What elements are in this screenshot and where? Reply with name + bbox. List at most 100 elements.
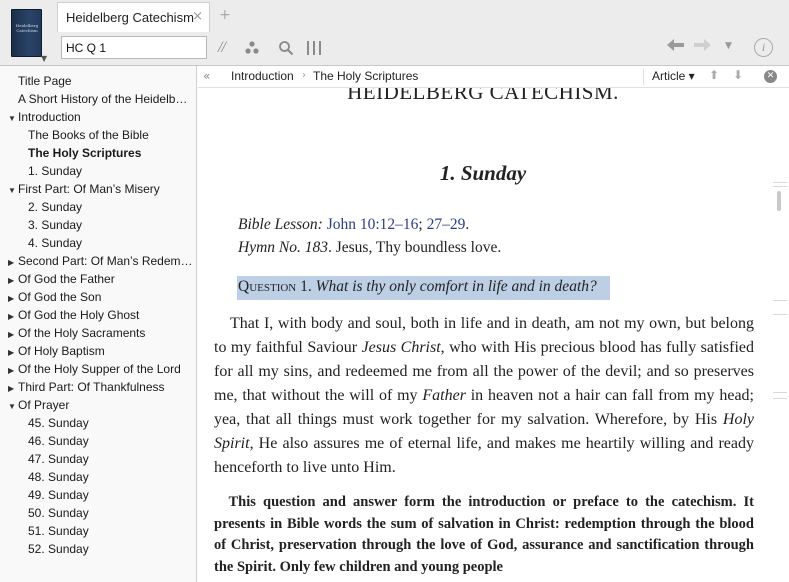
sidebar-item[interactable]: ▶ Of God the Holy Ghost bbox=[8, 306, 139, 324]
sidebar-item-label: Of God the Father bbox=[18, 272, 115, 286]
sidebar-item[interactable]: The Holy Scriptures bbox=[28, 144, 141, 162]
search-icon[interactable] bbox=[278, 37, 294, 59]
sidebar-item[interactable]: 48. Sunday bbox=[28, 468, 89, 486]
sidebar-item-label: 52. Sunday bbox=[28, 542, 89, 556]
sidebar-item-label: 50. Sunday bbox=[28, 506, 89, 520]
sidebar-item-label: Of God the Son bbox=[18, 290, 102, 304]
gutter-marker bbox=[773, 182, 787, 183]
breadcrumb-holy-scriptures[interactable]: The Holy Scriptures bbox=[313, 69, 418, 83]
sidebar-item-label: 4. Sunday bbox=[28, 236, 83, 250]
sidebar-item-label: Title Page bbox=[18, 74, 72, 88]
sidebar-item-label: 1. Sunday bbox=[28, 164, 83, 178]
sidebar-item-label: A Short History of the Heidelb… bbox=[18, 92, 188, 106]
answer-emphasis: Father bbox=[422, 387, 466, 404]
sidebar-item[interactable]: 51. Sunday bbox=[28, 522, 89, 540]
history-menu-icon[interactable]: ▼ bbox=[725, 41, 732, 51]
bible-ref-end: . bbox=[465, 216, 470, 233]
sidebar-item[interactable]: ▶ Of the Holy Supper of the Lord bbox=[8, 360, 181, 378]
sidebar-item[interactable]: ▼ Of Prayer bbox=[8, 396, 69, 414]
sidebar-item[interactable]: 52. Sunday bbox=[28, 540, 89, 558]
gutter-marker bbox=[773, 314, 787, 315]
sidebar-item-label: Of Prayer bbox=[18, 398, 70, 412]
bible-lesson-label: Bible Lesson: bbox=[238, 216, 323, 233]
sidebar-item[interactable]: 45. Sunday bbox=[28, 414, 89, 432]
sidebar-item-label: Third Part: Of Thankfulness bbox=[18, 380, 165, 394]
down-arrow-icon[interactable]: ⬇ bbox=[733, 68, 743, 82]
sidebar-item[interactable]: 47. Sunday bbox=[28, 450, 89, 468]
columns-icon[interactable] bbox=[306, 37, 322, 59]
sidebar-item-label: 3. Sunday bbox=[28, 218, 83, 232]
sidebar-item[interactable]: ▼ First Part: Of Man’s Misery bbox=[8, 180, 160, 198]
close-pane-icon[interactable]: ✕ bbox=[764, 70, 777, 83]
sidebar-item[interactable]: ▼ Introduction bbox=[8, 108, 81, 126]
tab-title: Heidelberg Catechism bbox=[66, 10, 194, 25]
magnifier-icon bbox=[279, 41, 294, 56]
book-cover-button[interactable]: Heidelberg Catechism bbox=[11, 9, 42, 57]
sidebar-item[interactable]: ▶ Of God the Son bbox=[8, 288, 101, 306]
scroll-gutter[interactable] bbox=[771, 88, 789, 582]
sidebar-item-label: Second Part: Of Man’s Redem… bbox=[18, 254, 193, 268]
expanded-arrow-icon[interactable]: ▼ bbox=[8, 110, 18, 128]
column-lines-icon bbox=[307, 41, 321, 55]
reference-input[interactable] bbox=[61, 36, 207, 59]
sidebar-item[interactable]: 46. Sunday bbox=[28, 432, 89, 450]
chevron-down-icon[interactable]: ▼ bbox=[41, 55, 47, 63]
parallel-resources-icon[interactable]: // bbox=[218, 37, 226, 59]
sidebar-item[interactable]: ▶ Of the Holy Sacraments bbox=[8, 324, 145, 342]
sidebar-item[interactable]: 1. Sunday bbox=[28, 162, 82, 180]
answer-emphasis: Jesus Christ bbox=[361, 339, 441, 356]
gutter-marker bbox=[773, 300, 787, 301]
info-icon[interactable]: i bbox=[754, 38, 773, 57]
breadcrumb-introduction[interactable]: Introduction bbox=[231, 69, 294, 83]
gutter-marker bbox=[773, 186, 787, 187]
section-heading: 1. Sunday bbox=[439, 161, 527, 185]
sidebar-item[interactable]: 4. Sunday bbox=[28, 234, 82, 252]
collapse-sidebar-button[interactable]: « bbox=[203, 69, 210, 83]
reader-toolbar: « Introduction › The Holy Scriptures Art… bbox=[198, 66, 789, 88]
sidebar-item[interactable]: A Short History of the Heidelb… bbox=[18, 90, 187, 108]
sidebar-item[interactable]: ▶ Second Part: Of Man’s Redem… bbox=[8, 252, 193, 270]
sidebar-item-label: 47. Sunday bbox=[28, 452, 89, 466]
expanded-arrow-icon[interactable]: ▼ bbox=[8, 182, 18, 200]
up-arrow-icon[interactable]: ⬆ bbox=[709, 68, 719, 82]
sidebar-item-label: Introduction bbox=[18, 110, 81, 124]
breadcrumb-separator: › bbox=[302, 70, 306, 81]
sidebar-item[interactable]: 49. Sunday bbox=[28, 486, 89, 504]
bible-lesson-line: Bible Lesson: John 10:12–16; 27–29. bbox=[238, 216, 469, 234]
sidebar-item-label: Of Holy Baptism bbox=[18, 344, 105, 358]
sidebar-item[interactable]: ▶ Of God the Father bbox=[8, 270, 115, 288]
expanded-arrow-icon[interactable]: ▼ bbox=[8, 398, 18, 416]
sidebar-item[interactable]: 50. Sunday bbox=[28, 504, 89, 522]
sidebar-item-label: The Holy Scriptures bbox=[28, 146, 142, 160]
question-highlight[interactable]: Question 1. What is thy only comfort in … bbox=[237, 276, 610, 300]
commentary-text: This question and answer form the introd… bbox=[214, 494, 754, 575]
left-arrow-icon bbox=[667, 39, 684, 51]
new-tab-button[interactable]: + bbox=[219, 7, 231, 23]
commentary-paragraph: This question and answer form the introd… bbox=[214, 492, 754, 578]
table-of-contents: Title Page A Short History of the Heidelb… bbox=[0, 66, 197, 582]
sidebar-item[interactable]: ▶ Of Holy Baptism bbox=[8, 342, 105, 360]
back-arrow-icon[interactable] bbox=[667, 38, 685, 56]
bible-ref-link[interactable]: 27–29 bbox=[427, 216, 466, 233]
sidebar-item-label: 2. Sunday bbox=[28, 200, 83, 214]
sidebar-item[interactable]: 2. Sunday bbox=[28, 198, 82, 216]
visual-filter-icon[interactable] bbox=[244, 37, 260, 59]
sidebar-item[interactable]: Title Page bbox=[18, 72, 72, 90]
answer-text: , He also assures me of eternal life, an… bbox=[214, 435, 754, 476]
bible-ref-separator: ; bbox=[418, 216, 423, 233]
sidebar-item[interactable]: The Books of the Bible bbox=[28, 126, 149, 144]
close-icon[interactable]: × bbox=[192, 9, 203, 24]
dots-icon bbox=[245, 41, 259, 54]
app-header: Heidelberg Catechism ▼ Heidelberg Catech… bbox=[0, 0, 789, 66]
scrollbar-thumb[interactable] bbox=[777, 191, 781, 211]
sidebar-item-label: Of the Holy Sacraments bbox=[18, 326, 146, 340]
answer-paragraph: That I, with body and soul, both in life… bbox=[214, 312, 754, 480]
tab-heidelberg-catechism[interactable]: Heidelberg Catechism × bbox=[57, 2, 210, 32]
forward-arrow-icon[interactable] bbox=[693, 38, 711, 56]
article-dropdown[interactable]: Article ▾ bbox=[652, 69, 695, 83]
question-text: What is thy only comfort in life and in … bbox=[315, 278, 597, 295]
sidebar-item[interactable]: 3. Sunday bbox=[28, 216, 82, 234]
hymn-line: Hymn No. 183. Jesus, Thy boundless love. bbox=[238, 239, 501, 257]
sidebar-item[interactable]: ▶ Third Part: Of Thankfulness bbox=[8, 378, 165, 396]
bible-ref-link[interactable]: John 10:12–16 bbox=[327, 216, 419, 233]
